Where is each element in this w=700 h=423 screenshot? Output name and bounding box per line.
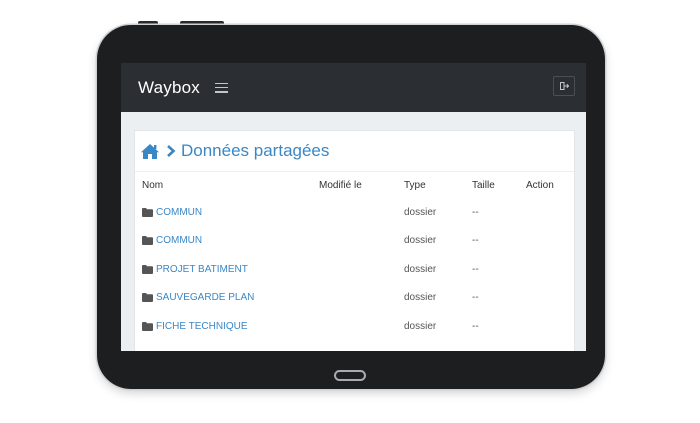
row-type: dossier — [404, 235, 437, 247]
home-icon[interactable] — [140, 143, 160, 160]
row-size: -- — [472, 292, 479, 304]
folder-icon — [142, 321, 153, 331]
row-action — [526, 284, 574, 313]
row-action — [526, 227, 574, 256]
table-header-row: Nom Modifié le Type Taille Action — [135, 172, 574, 198]
table-row[interactable]: FICHE TECHNIQUE dossier -- — [135, 312, 574, 341]
row-size: -- — [472, 235, 479, 247]
column-header-modified[interactable]: Modifié le — [319, 172, 404, 198]
folder-link[interactable]: COMMUN — [156, 235, 202, 246]
files-table: Nom Modifié le Type Taille Action COMMUN… — [135, 172, 574, 341]
row-type: dossier — [404, 320, 437, 332]
top-navbar: Waybox — [121, 63, 586, 112]
row-action — [526, 198, 574, 227]
row-type: dossier — [404, 263, 437, 275]
table-row[interactable]: SAUVEGARDE PLAN dossier -- — [135, 284, 574, 313]
row-type: dossier — [404, 206, 437, 218]
folder-icon — [142, 264, 153, 274]
table-row[interactable]: COMMUN dossier -- — [135, 227, 574, 256]
chevron-right-icon — [167, 145, 176, 157]
page-title: Données partagées — [181, 141, 330, 160]
brand-logo[interactable]: Waybox — [138, 78, 200, 98]
column-header-type[interactable]: Type — [404, 172, 472, 198]
row-modified — [319, 312, 404, 341]
app-screen: Waybox Données partagées Nom Modifié le … — [121, 63, 586, 351]
logout-button[interactable] — [553, 76, 575, 96]
row-modified — [319, 284, 404, 313]
row-type: dossier — [404, 292, 437, 304]
table-row[interactable]: PROJET BATIMENT dossier -- — [135, 255, 574, 284]
logout-icon — [559, 82, 569, 90]
page-title-bar: Données partagées — [135, 131, 574, 172]
folder-icon — [142, 236, 153, 246]
device-home-button — [334, 370, 366, 381]
row-size: -- — [472, 206, 479, 218]
row-size: -- — [472, 263, 479, 275]
table-row[interactable]: COMMUN dossier -- — [135, 198, 574, 227]
folder-link[interactable]: SAUVEGARDE PLAN — [156, 292, 254, 303]
row-action — [526, 312, 574, 341]
row-modified — [319, 255, 404, 284]
folder-icon — [142, 293, 153, 303]
column-header-name[interactable]: Nom — [135, 172, 319, 198]
shared-files-card: Données partagées Nom Modifié le Type Ta… — [134, 130, 575, 351]
column-header-size[interactable]: Taille — [472, 172, 526, 198]
hamburger-icon[interactable] — [214, 82, 228, 93]
row-size: -- — [472, 320, 479, 332]
row-action — [526, 255, 574, 284]
column-header-action: Action — [526, 179, 554, 191]
row-modified — [319, 198, 404, 227]
folder-link[interactable]: PROJET BATIMENT — [156, 264, 248, 275]
folder-icon — [142, 207, 153, 217]
folder-link[interactable]: COMMUN — [156, 207, 202, 218]
row-modified — [319, 227, 404, 256]
folder-link[interactable]: FICHE TECHNIQUE — [156, 321, 248, 332]
